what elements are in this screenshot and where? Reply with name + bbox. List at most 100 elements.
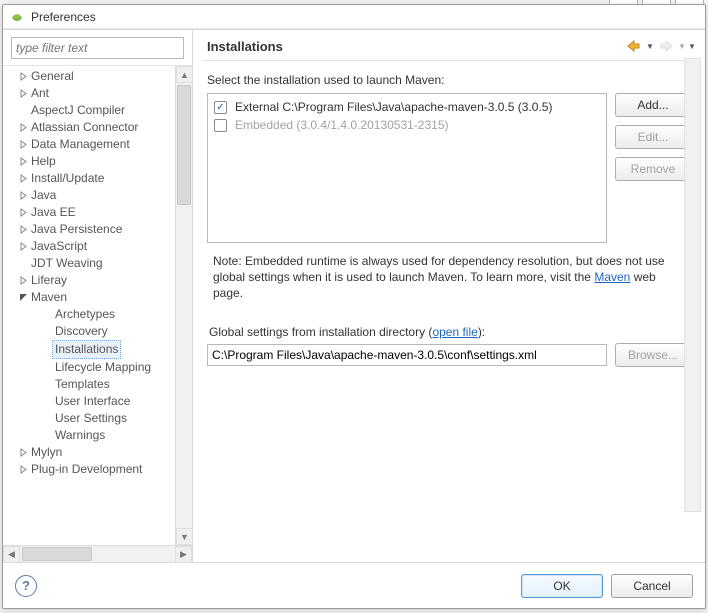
global-settings-label: Global settings from installation direct…: [209, 325, 691, 339]
tree-item[interactable]: Maven: [7, 289, 192, 306]
tree-spacer: [41, 326, 53, 338]
right-vertical-scrollbar[interactable]: [684, 58, 701, 512]
titlebar: Preferences: [3, 5, 705, 29]
expand-icon[interactable]: [17, 190, 29, 202]
edit-button[interactable]: Edit...: [615, 125, 691, 149]
back-icon[interactable]: [625, 38, 643, 54]
tree-item[interactable]: General: [7, 68, 192, 85]
page-title: Installations: [207, 39, 283, 54]
installation-label: External C:\Program Files\Java\apache-ma…: [235, 100, 552, 114]
expand-icon[interactable]: [17, 464, 29, 476]
tree-item[interactable]: Data Management: [7, 136, 192, 153]
tree-item[interactable]: Install/Update: [7, 170, 192, 187]
tree-item-label: Archetypes: [55, 306, 115, 323]
cancel-button[interactable]: Cancel: [611, 574, 693, 598]
forward-icon[interactable]: [657, 38, 675, 54]
tree-item[interactable]: Templates: [7, 376, 192, 393]
tree-item[interactable]: Archetypes: [7, 306, 192, 323]
expand-icon[interactable]: [17, 224, 29, 236]
tree-item-label: JDT Weaving: [31, 255, 103, 272]
installation-checkbox[interactable]: [214, 101, 227, 114]
global-post: ):: [478, 325, 485, 339]
scroll-up-arrow-icon[interactable]: ▲: [176, 66, 193, 83]
tree-item-label: JavaScript: [31, 238, 87, 255]
dialog-footer: ? OK Cancel: [3, 562, 705, 608]
tree-item-label: Atlassian Connector: [31, 119, 138, 136]
remove-button[interactable]: Remove: [615, 157, 691, 181]
scroll-left-arrow-icon[interactable]: ◀: [3, 546, 20, 563]
tree-item[interactable]: Discovery: [7, 323, 192, 340]
tree-item[interactable]: Mylyn: [7, 444, 192, 461]
expand-icon[interactable]: [17, 173, 29, 185]
expand-icon[interactable]: [17, 207, 29, 219]
tree-horizontal-scrollbar[interactable]: ◀ ▶: [3, 545, 192, 562]
scroll-right-arrow-icon[interactable]: ▶: [175, 546, 192, 563]
scroll-thumb[interactable]: [22, 547, 92, 561]
tree-item-label: Plug-in Development: [31, 461, 142, 478]
expand-icon[interactable]: [17, 275, 29, 287]
tree-item[interactable]: Liferay: [7, 272, 192, 289]
right-panel: Installations ▼ ▼ ▼ Select the installat…: [193, 30, 705, 562]
tree-item[interactable]: Help: [7, 153, 192, 170]
tree-item[interactable]: Atlassian Connector: [7, 119, 192, 136]
left-panel: GeneralAntAspectJ CompilerAtlassian Conn…: [3, 30, 193, 562]
tree-item[interactable]: Warnings: [7, 427, 192, 444]
tree-item-label: User Settings: [55, 410, 127, 427]
tree-item-label: Java: [31, 187, 56, 204]
tree-item-label: General: [31, 68, 74, 85]
installation-checkbox[interactable]: [214, 119, 227, 132]
maven-link[interactable]: Maven: [594, 270, 630, 284]
expand-icon[interactable]: [17, 156, 29, 168]
scroll-thumb[interactable]: [177, 85, 191, 205]
tree-item[interactable]: User Interface: [7, 393, 192, 410]
add-button[interactable]: Add...: [615, 93, 691, 117]
tree-item[interactable]: Lifecycle Mapping: [7, 359, 192, 376]
installations-list[interactable]: External C:\Program Files\Java\apache-ma…: [207, 93, 607, 243]
dropdown-icon[interactable]: ▼: [679, 38, 685, 54]
filter-input[interactable]: [11, 37, 184, 59]
tree-item-label: Java Persistence: [31, 221, 122, 238]
expand-icon[interactable]: [17, 88, 29, 100]
scroll-down-arrow-icon[interactable]: ▼: [176, 528, 193, 545]
dropdown-icon[interactable]: ▼: [647, 38, 653, 54]
expand-icon[interactable]: [17, 139, 29, 151]
expand-icon[interactable]: [17, 447, 29, 459]
tree-item[interactable]: Plug-in Development: [7, 461, 192, 478]
tree-item[interactable]: User Settings: [7, 410, 192, 427]
expand-icon[interactable]: [17, 122, 29, 134]
tree-spacer: [41, 430, 53, 442]
select-installation-label: Select the installation used to launch M…: [207, 73, 691, 87]
preferences-tree[interactable]: GeneralAntAspectJ CompilerAtlassian Conn…: [3, 66, 192, 480]
tree-item-label: Warnings: [55, 427, 105, 444]
open-file-link[interactable]: open file: [432, 325, 477, 339]
app-icon: [9, 9, 25, 25]
expand-icon[interactable]: [17, 71, 29, 83]
help-icon[interactable]: ?: [15, 575, 37, 597]
tree-item[interactable]: Java: [7, 187, 192, 204]
global-settings-field[interactable]: [207, 344, 607, 366]
tree-item-label: Ant: [31, 85, 49, 102]
tree-item-label: Liferay: [31, 272, 67, 289]
tree-item-label: Install/Update: [31, 170, 104, 187]
tree-spacer: [17, 258, 29, 270]
tree-spacer: [17, 105, 29, 117]
installation-item[interactable]: External C:\Program Files\Java\apache-ma…: [212, 98, 602, 116]
tree-item[interactable]: JavaScript: [7, 238, 192, 255]
tree-item[interactable]: Ant: [7, 85, 192, 102]
tree-item[interactable]: AspectJ Compiler: [7, 102, 192, 119]
tree-item[interactable]: Java Persistence: [7, 221, 192, 238]
tree-item[interactable]: Java EE: [7, 204, 192, 221]
tree-item[interactable]: JDT Weaving: [7, 255, 192, 272]
collapse-icon[interactable]: [17, 292, 29, 304]
browse-button[interactable]: Browse...: [615, 343, 691, 367]
tree-item-label: AspectJ Compiler: [31, 102, 125, 119]
menu-dropdown-icon[interactable]: ▼: [689, 38, 695, 54]
preferences-dialog: Preferences GeneralAntAspectJ CompilerAt…: [2, 4, 706, 609]
expand-icon[interactable]: [17, 241, 29, 253]
tree-vertical-scrollbar[interactable]: ▲ ▼: [175, 66, 192, 545]
tree-item[interactable]: Installations: [7, 340, 192, 359]
installation-item[interactable]: Embedded (3.0.4/1.4.0.20130531-2315): [212, 116, 602, 134]
tree-spacer: [41, 379, 53, 391]
window-title: Preferences: [31, 10, 96, 24]
ok-button[interactable]: OK: [521, 574, 603, 598]
